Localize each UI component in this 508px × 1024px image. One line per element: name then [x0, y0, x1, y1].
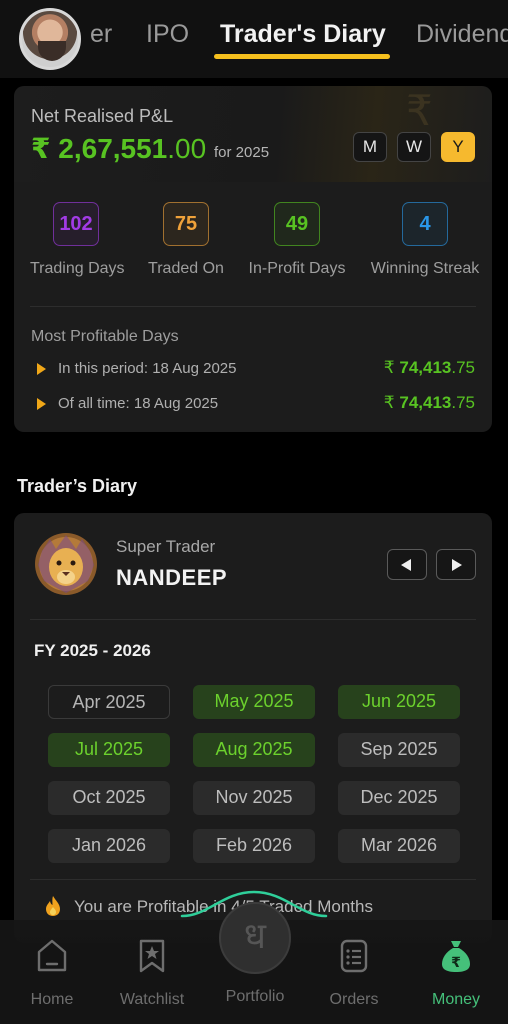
avatar[interactable] — [19, 8, 81, 70]
pnl-value-decimal: .00 — [167, 133, 207, 164]
tab-partial[interactable]: er — [90, 20, 112, 49]
month-cell[interactable]: May 2025 — [193, 685, 315, 719]
fiscal-year-label: FY 2025 - 2026 — [34, 641, 151, 660]
amount-main: 74,413 — [399, 358, 452, 377]
nav-portfolio-label[interactable]: Portfolio — [205, 988, 305, 1006]
period-year-button[interactable]: Y — [441, 132, 475, 162]
currency-symbol: ₹ — [383, 358, 395, 377]
most-profitable-text: In this period: 18 Aug 2025 — [58, 360, 237, 377]
divider — [30, 619, 476, 620]
nav-label: Home — [30, 991, 74, 1008]
svg-text:₹: ₹ — [451, 955, 461, 971]
most-profitable-text: Of all time: 18 Aug 2025 — [58, 395, 219, 412]
previous-button[interactable] — [387, 549, 427, 580]
nav-money[interactable]: ₹ Money — [408, 938, 504, 1009]
tab-traders-diary[interactable]: Trader's Diary — [220, 20, 386, 49]
stat-traded-on: 75 Traded On — [142, 202, 230, 278]
most-profitable-row-period[interactable]: In this period: 18 Aug 2025 ₹ 74,413.75 — [31, 358, 475, 380]
section-title-traders-diary: Trader’s Diary — [17, 476, 138, 496]
stat-label: Winning Streak — [370, 260, 480, 277]
nav-home[interactable]: Home — [4, 938, 100, 1009]
trader-name: NANDEEP — [116, 565, 228, 590]
nav-label: Money — [431, 991, 481, 1008]
pnl-period-text: for 2025 — [214, 144, 270, 161]
avatar-beard — [38, 41, 66, 61]
tab-dividend[interactable]: Dividend — [416, 20, 508, 49]
nav-label: Watchlist — [119, 991, 185, 1008]
trader-kind: Super Trader — [116, 537, 216, 556]
month-cell[interactable]: Mar 2026 — [338, 829, 460, 863]
pnl-value: ₹ 2,67,551.00 — [31, 132, 206, 165]
pnl-value-main: 2,67,551 — [58, 133, 168, 164]
amount-main: 74,413 — [399, 393, 452, 412]
pnl-card: ₹ Net Realised P&L ₹ 2,67,551.00 for 202… — [14, 86, 492, 182]
stat-label: Trading Days — [30, 260, 125, 277]
month-cell[interactable]: Jan 2026 — [48, 829, 170, 863]
month-cell[interactable]: Nov 2025 — [193, 781, 315, 815]
amount-decimal: .75 — [451, 393, 475, 412]
divider — [30, 879, 476, 880]
nav-label: Orders — [329, 991, 379, 1008]
lion-badge-icon — [35, 533, 97, 595]
currency-symbol: ₹ — [31, 133, 51, 164]
most-profitable-row-all-time[interactable]: Of all time: 18 Aug 2025 ₹ 74,413.75 — [31, 393, 475, 415]
portfolio-logo-icon[interactable]: ध — [219, 902, 291, 974]
orders-icon — [340, 939, 368, 973]
most-profitable-title: Most Profitable Days — [31, 328, 179, 345]
nav-orders[interactable]: Orders — [306, 938, 402, 1009]
most-profitable-amount: ₹ 74,413.75 — [384, 358, 475, 378]
traders-diary-card: Super Trader NANDEEP FY 2025 - 2026 Apr … — [14, 513, 492, 943]
divider — [30, 306, 476, 307]
tab-ipo[interactable]: IPO — [146, 20, 189, 49]
flame-icon — [46, 896, 60, 916]
stat-trading-days: 102 Trading Days — [30, 202, 125, 278]
triangle-right-icon — [37, 398, 46, 410]
stats-card: 102 Trading Days 75 Traded On 49 In-Prof… — [14, 182, 492, 432]
bookmark-star-icon — [139, 939, 165, 973]
stat-value-box: 75 — [163, 202, 209, 246]
amount-decimal: .75 — [451, 358, 475, 377]
stat-winning-streak: 4 Winning Streak — [370, 202, 480, 278]
top-tab-bar: er IPO Trader's Diary Dividend — [0, 0, 508, 78]
arrow-left-icon — [401, 559, 411, 571]
month-cell[interactable]: Jul 2025 — [48, 733, 170, 767]
period-week-button[interactable]: W — [397, 132, 431, 162]
home-icon — [37, 939, 67, 972]
next-button[interactable] — [436, 549, 476, 580]
money-bag-icon: ₹ — [442, 941, 470, 972]
month-cell[interactable]: Aug 2025 — [193, 733, 315, 767]
rupee-watermark-icon: ₹ — [406, 87, 433, 134]
period-month-button[interactable]: M — [353, 132, 387, 162]
pnl-label: Net Realised P&L — [31, 106, 174, 126]
month-cell[interactable]: Oct 2025 — [48, 781, 170, 815]
currency-symbol: ₹ — [383, 393, 395, 412]
arrow-right-icon — [452, 559, 462, 571]
nav-watchlist[interactable]: Watchlist — [104, 938, 200, 1009]
month-cell[interactable]: Sep 2025 — [338, 733, 460, 767]
stat-label: Traded On — [148, 260, 224, 277]
stat-in-profit-days: 49 In-Profit Days — [246, 202, 348, 278]
month-cell[interactable]: Jun 2025 — [338, 685, 460, 719]
stat-label: In-Profit Days — [248, 260, 346, 277]
month-cell[interactable]: Apr 2025 — [48, 685, 170, 719]
stat-value-box: 4 — [402, 202, 448, 246]
stat-value-box: 49 — [274, 202, 320, 246]
month-cell[interactable]: Feb 2026 — [193, 829, 315, 863]
stat-value-box: 102 — [53, 202, 99, 246]
triangle-right-icon — [37, 363, 46, 375]
active-tab-indicator — [214, 54, 390, 59]
most-profitable-amount: ₹ 74,413.75 — [384, 393, 475, 413]
month-cell[interactable]: Dec 2025 — [338, 781, 460, 815]
